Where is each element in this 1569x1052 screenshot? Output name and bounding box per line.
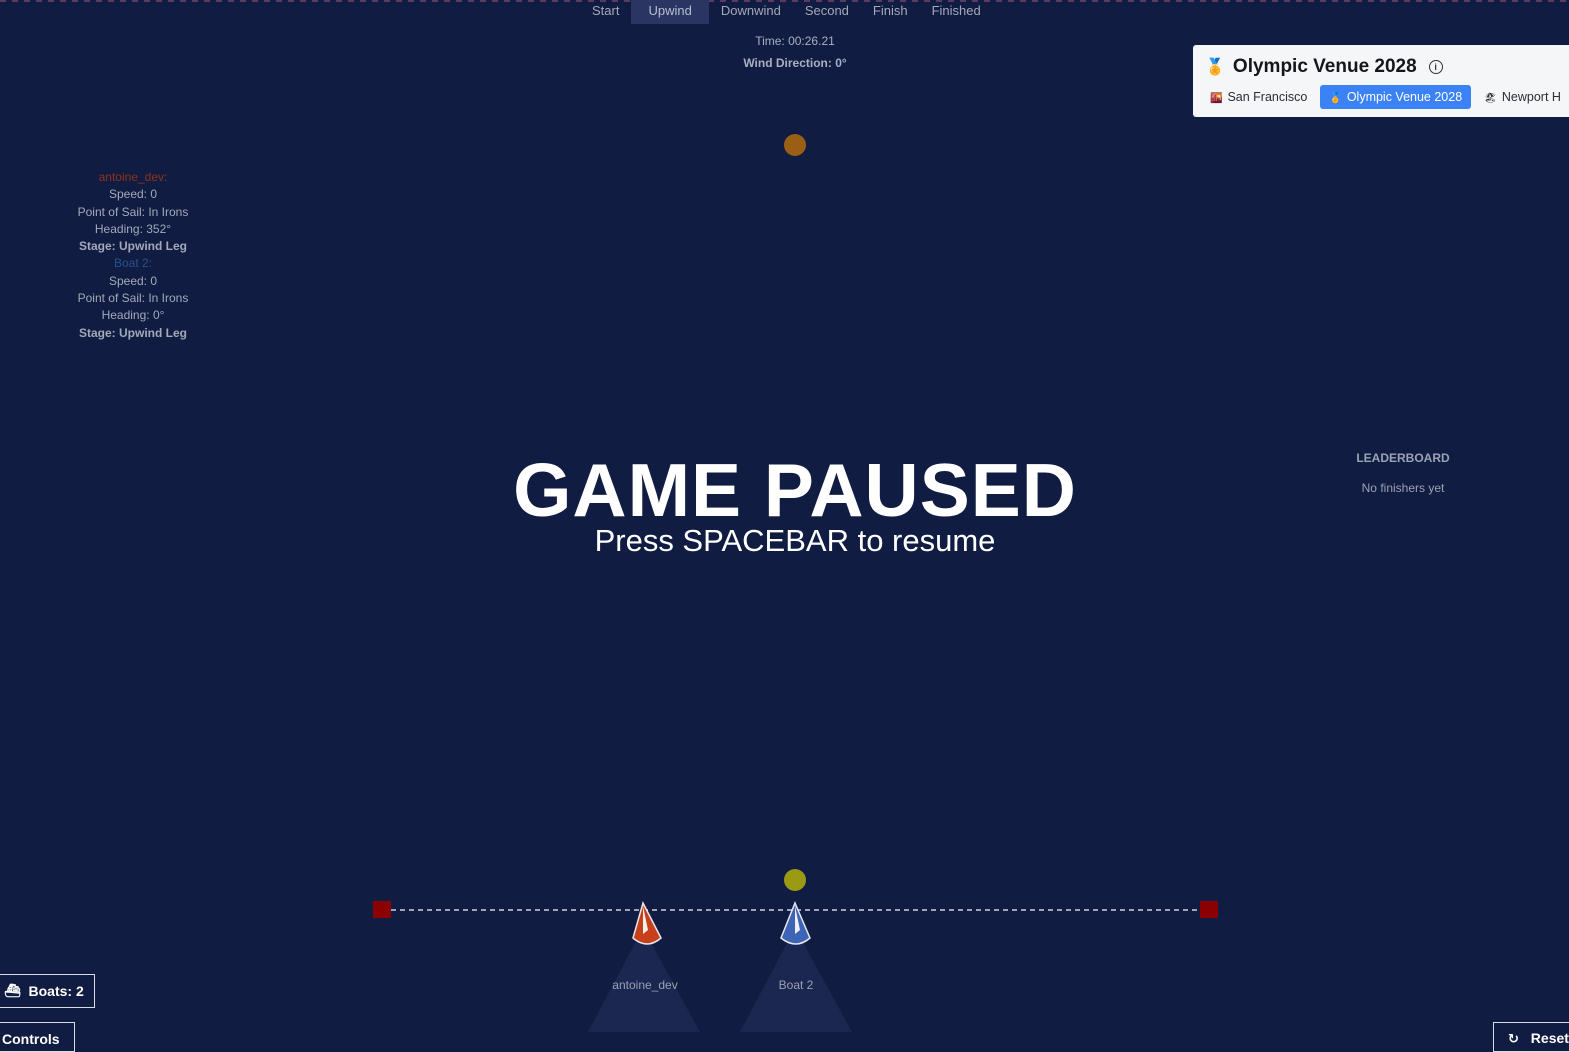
boat-1-hull <box>632 900 662 945</box>
boat-icon: ⛴ <box>4 983 21 998</box>
controls-button[interactable]: Controls <box>0 1022 75 1052</box>
start-pin-left <box>373 901 391 918</box>
boat-1-label: antoine_dev <box>612 978 678 992</box>
start-mark-buoy <box>784 869 806 891</box>
reset-button[interactable]: ↻ Reset <box>1493 1022 1569 1052</box>
start-pin-right <box>1200 901 1218 918</box>
boat-2-label: Boat 2 <box>778 978 814 992</box>
pause-title: GAME PAUSED <box>513 448 1077 532</box>
pause-subtitle: Press SPACEBAR to resume <box>594 523 996 558</box>
reset-icon: ↻ <box>1508 1031 1519 1046</box>
boat-2-hull <box>780 901 811 945</box>
boats-button[interactable]: ⛴ Boats: 2 <box>0 974 95 1008</box>
